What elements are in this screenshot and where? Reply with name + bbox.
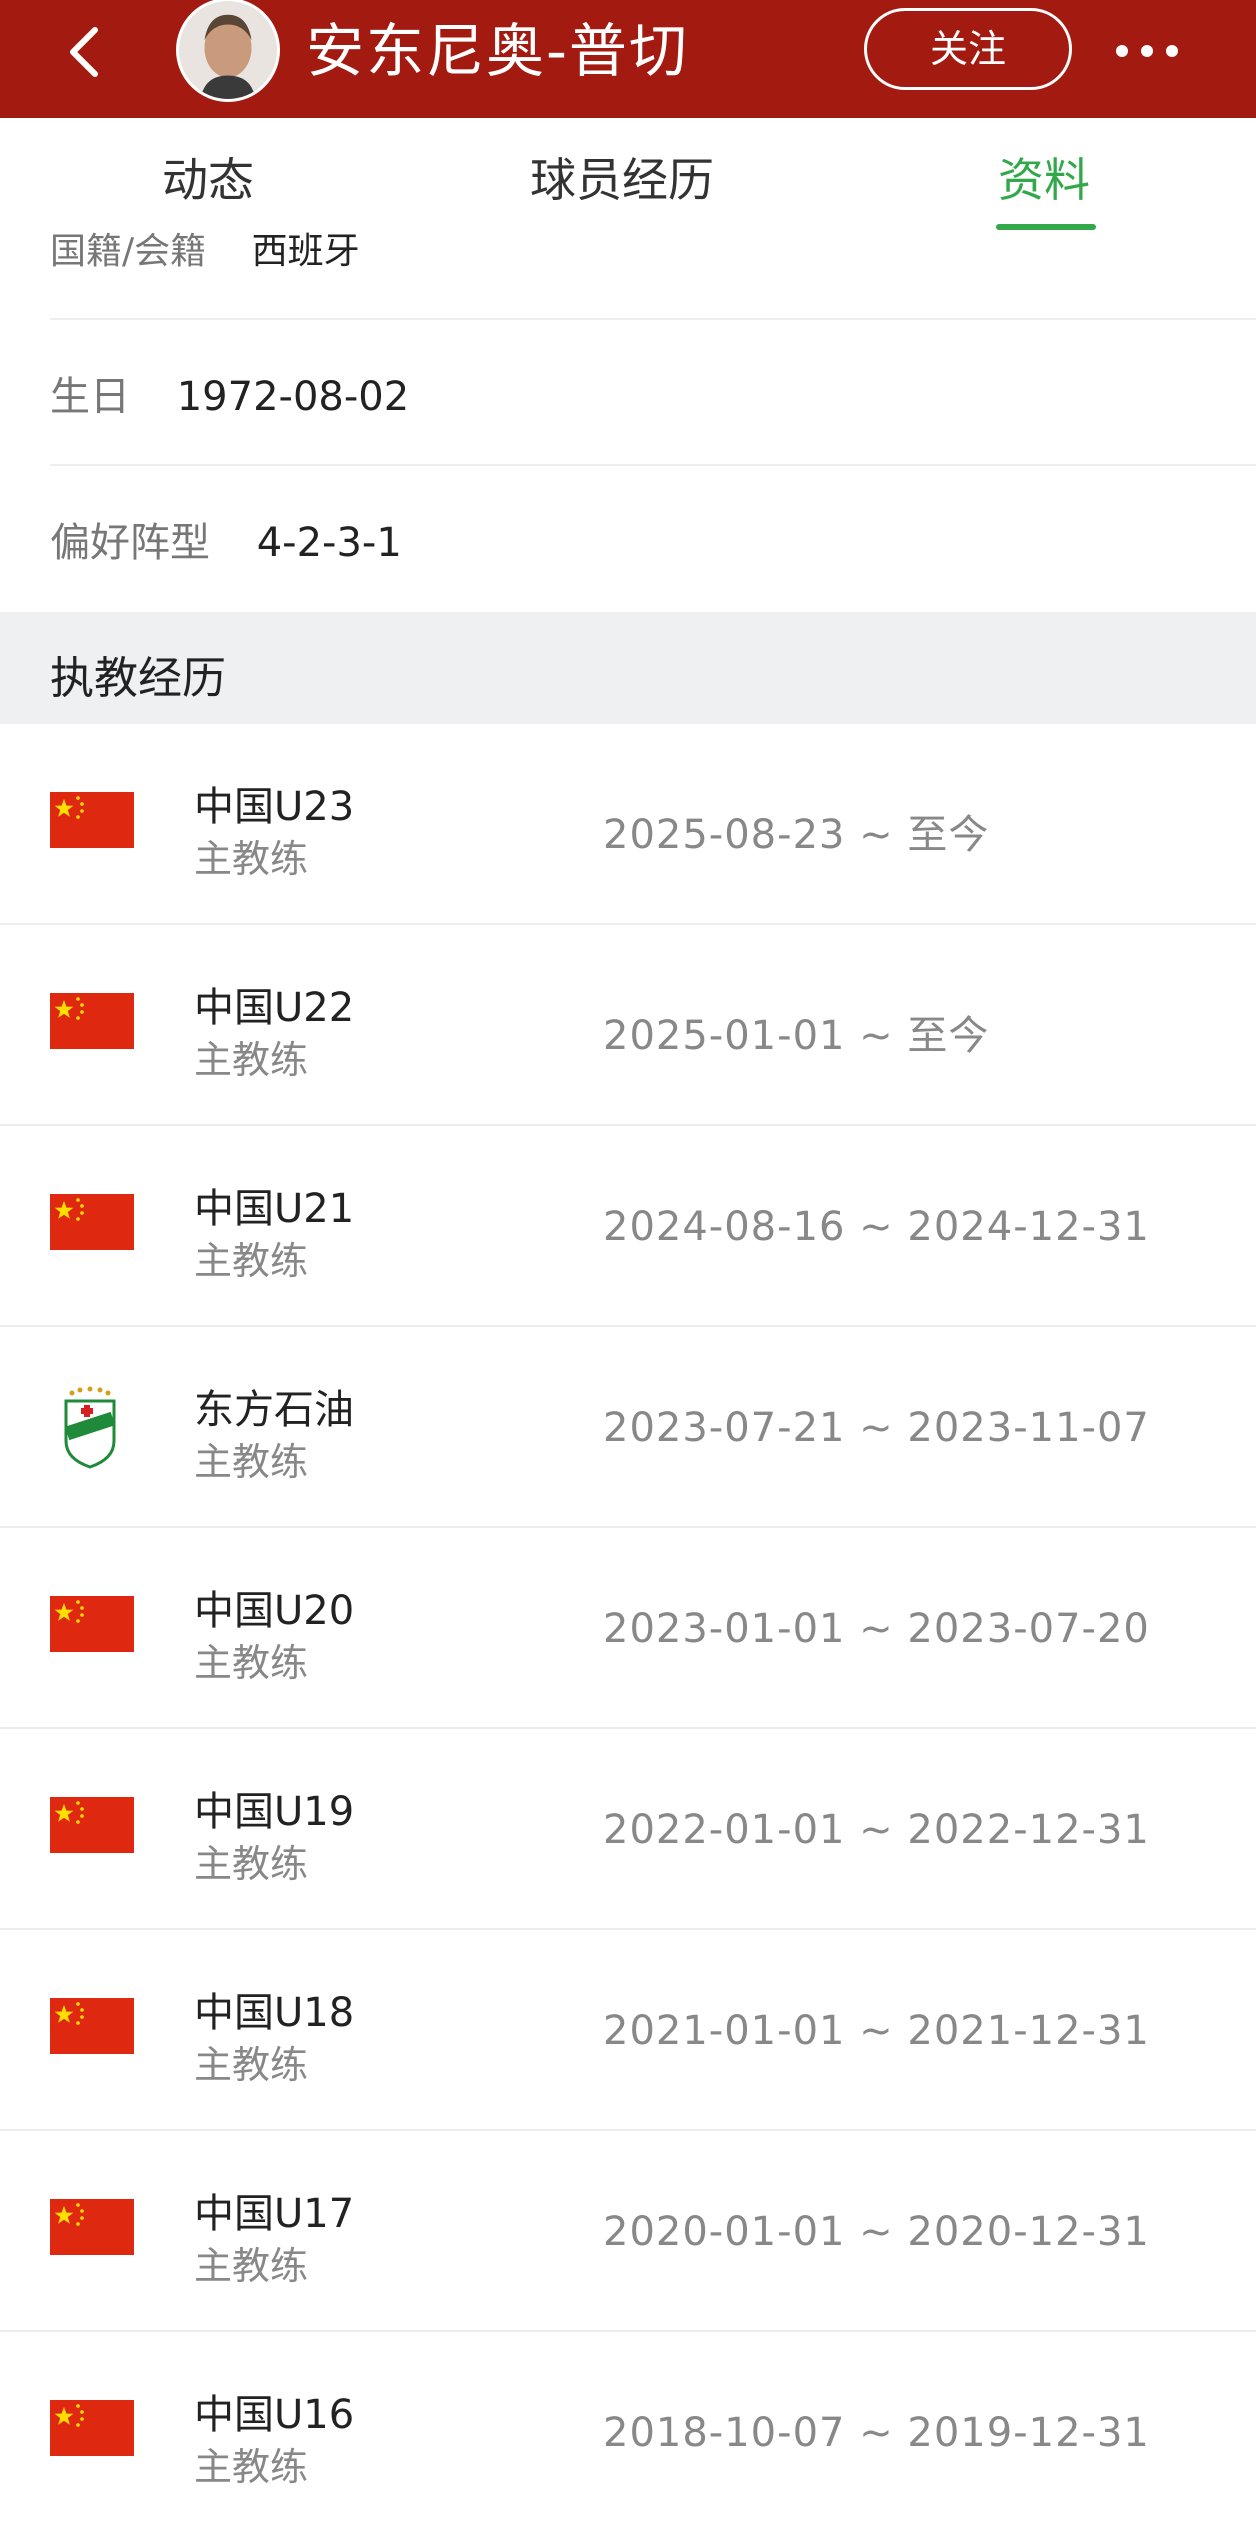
team-name: 中国U23 xyxy=(194,784,355,830)
china-flag-icon xyxy=(50,2199,134,2255)
coach-role: 主教练 xyxy=(194,2043,309,2087)
coach-portrait-icon xyxy=(179,1,277,99)
divider xyxy=(50,318,1256,320)
team-name: 中国U17 xyxy=(194,2191,355,2237)
team-name: 东方石油 xyxy=(194,1387,354,1433)
list-item[interactable]: 中国U23 主教练 2025-08-23 ~ 至今 xyxy=(0,724,1256,925)
coach-role: 主教练 xyxy=(194,837,309,881)
china-flag-icon xyxy=(50,1998,134,2054)
more-options-button[interactable] xyxy=(1112,24,1182,74)
follow-button[interactable]: 关注 xyxy=(864,8,1072,90)
tenure-period: 2023-01-01 ~ 2023-07-20 xyxy=(603,1606,1150,1652)
tab-dynamics[interactable]: 动态 xyxy=(162,144,254,210)
china-flag-icon xyxy=(50,1596,134,1652)
nationality-row: 国籍/会籍 西班牙 xyxy=(50,222,360,274)
coaching-history-list: 中国U23 主教练 2025-08-23 ~ 至今 中国U22 主教练 2025… xyxy=(0,724,1256,2522)
tenure-period: 2024-08-16 ~ 2024-12-31 xyxy=(603,1204,1150,1250)
active-tab-indicator xyxy=(996,224,1096,230)
tenure-period: 2023-07-21 ~ 2023-11-07 xyxy=(603,1405,1150,1451)
list-item[interactable]: 中国U20 主教练 2023-01-01 ~ 2023-07-20 xyxy=(0,1528,1256,1729)
birthday-row: 生日 1972-08-02 xyxy=(50,364,409,422)
coach-role: 主教练 xyxy=(194,1038,309,1082)
tenure-period: 2025-01-01 ~ 至今 xyxy=(603,1013,990,1059)
coach-role: 主教练 xyxy=(194,1440,309,1484)
team-name: 中国U16 xyxy=(194,2392,355,2438)
nationality-label: 国籍/会籍 xyxy=(50,231,207,272)
birthday-label: 生日 xyxy=(50,374,130,420)
team-name: 中国U19 xyxy=(194,1789,355,1835)
team-name: 中国U22 xyxy=(194,985,355,1031)
chevron-left-icon xyxy=(70,27,98,77)
coach-role: 主教练 xyxy=(194,2244,309,2288)
list-item[interactable]: 中国U22 主教练 2025-01-01 ~ 至今 xyxy=(0,925,1256,1126)
coaching-history-header: 执教经历 xyxy=(0,612,1256,724)
divider xyxy=(50,464,1256,466)
list-item[interactable]: 中国U16 主教练 2018-10-07 ~ 2019-12-31 xyxy=(0,2332,1256,2522)
tenure-period: 2018-10-07 ~ 2019-12-31 xyxy=(603,2410,1150,2456)
coach-role: 主教练 xyxy=(194,1842,309,1886)
coach-role: 主教练 xyxy=(194,1239,309,1283)
list-item[interactable]: 中国U19 主教练 2022-01-01 ~ 2022-12-31 xyxy=(0,1729,1256,1930)
more-dot-icon xyxy=(1166,45,1178,57)
tenure-period: 2025-08-23 ~ 至今 xyxy=(603,812,990,858)
tenure-period: 2021-01-01 ~ 2021-12-31 xyxy=(603,2008,1150,2054)
more-dot-icon xyxy=(1116,45,1128,57)
more-dot-icon xyxy=(1141,45,1153,57)
tenure-period: 2020-01-01 ~ 2020-12-31 xyxy=(603,2209,1150,2255)
coach-role: 主教练 xyxy=(194,2445,309,2489)
china-flag-icon xyxy=(50,792,134,848)
birthday-value: 1972-08-02 xyxy=(176,374,410,420)
coach-avatar[interactable] xyxy=(176,0,280,102)
team-name: 中国U18 xyxy=(194,1990,355,2036)
team-name: 中国U20 xyxy=(194,1588,355,1634)
china-flag-icon xyxy=(50,1797,134,1853)
list-item[interactable]: 中国U18 主教练 2021-01-01 ~ 2021-12-31 xyxy=(0,1930,1256,2131)
back-button[interactable] xyxy=(55,16,115,88)
formation-row: 偏好阵型 4-2-3-1 xyxy=(50,510,402,568)
tab-player-career[interactable]: 球员经历 xyxy=(530,144,714,210)
tab-profile[interactable]: 资料 xyxy=(998,144,1090,210)
club-crest-icon xyxy=(60,1385,120,1469)
list-item[interactable]: 中国U17 主教练 2020-01-01 ~ 2020-12-31 xyxy=(0,2131,1256,2332)
formation-value: 4-2-3-1 xyxy=(256,520,402,566)
nationality-value: 西班牙 xyxy=(251,231,360,272)
formation-label: 偏好阵型 xyxy=(50,520,210,566)
china-flag-icon xyxy=(50,1194,134,1250)
coach-name-title: 安东尼奥-普切 xyxy=(306,17,689,85)
tenure-period: 2022-01-01 ~ 2022-12-31 xyxy=(603,1807,1150,1853)
list-item[interactable]: 中国U21 主教练 2024-08-16 ~ 2024-12-31 xyxy=(0,1126,1256,1327)
section-title: 执教经历 xyxy=(50,653,226,704)
china-flag-icon xyxy=(50,993,134,1049)
china-flag-icon xyxy=(50,2400,134,2456)
top-app-bar: 安东尼奥-普切 关注 xyxy=(0,0,1256,118)
tab-bar: 动态 球员经历 资料 xyxy=(0,118,1256,236)
list-item[interactable]: 东方石油 主教练 2023-07-21 ~ 2023-11-07 xyxy=(0,1327,1256,1528)
coach-role: 主教练 xyxy=(194,1641,309,1685)
team-name: 中国U21 xyxy=(194,1186,355,1232)
